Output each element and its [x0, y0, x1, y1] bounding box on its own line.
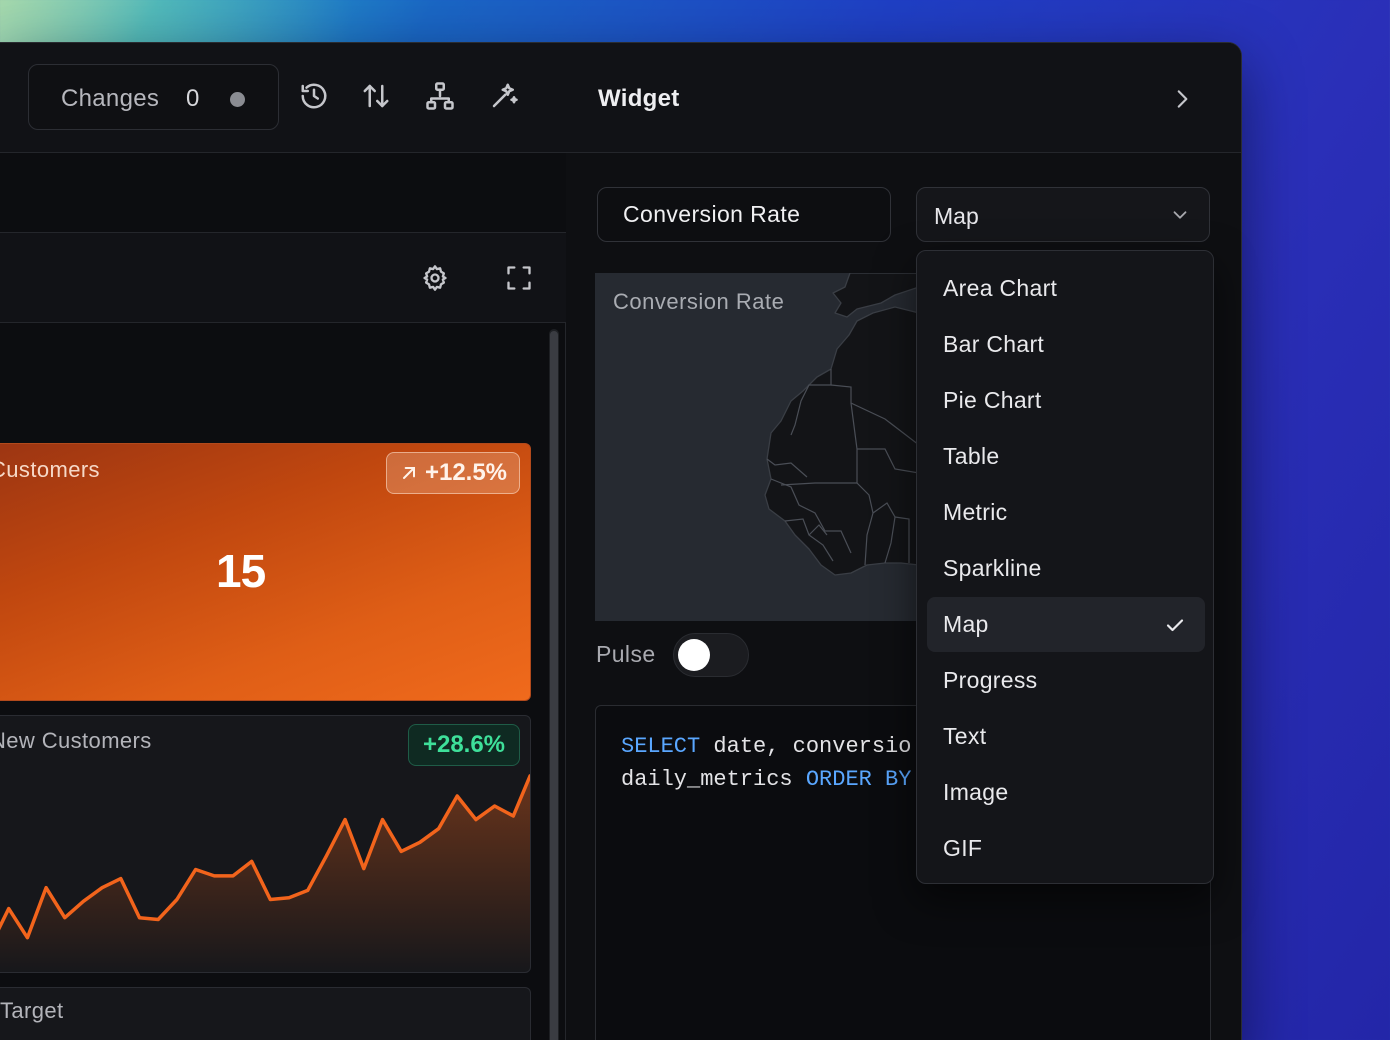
- dashboard-toolrow: [0, 233, 566, 323]
- panel-title: Widget: [598, 85, 680, 112]
- option-label: Area Chart: [943, 275, 1058, 301]
- dashboard-subbar: [0, 153, 566, 233]
- sql-text: daily_metrics: [621, 767, 806, 792]
- option-label: Map: [943, 611, 989, 637]
- option-label: Pie Chart: [943, 387, 1042, 413]
- option-image[interactable]: Image: [927, 765, 1205, 820]
- change-badge: +12.5%: [386, 452, 520, 494]
- card-title: Customers: [0, 457, 100, 482]
- code-line-1: SELECT date, conversio: [621, 734, 911, 759]
- sparkline-chart: [0, 774, 530, 972]
- option-label: GIF: [943, 835, 983, 861]
- option-sparkline[interactable]: Sparkline: [927, 541, 1205, 596]
- status-dot: [230, 92, 245, 107]
- pulse-label: Pulse: [596, 641, 656, 667]
- card-title: Target: [0, 998, 64, 1023]
- arrow-up-right-icon: [402, 467, 415, 479]
- changes-count: 0: [186, 85, 200, 112]
- gear-icon[interactable]: [421, 264, 449, 292]
- option-gif[interactable]: GIF: [927, 821, 1205, 876]
- option-pie-chart[interactable]: Pie Chart: [927, 373, 1205, 428]
- changes-button[interactable]: Changes 0: [28, 64, 279, 130]
- sql-text: date, conversio: [700, 734, 912, 759]
- sql-keyword: SELECT: [621, 734, 701, 759]
- changes-label: Changes: [61, 85, 160, 112]
- chevron-down-icon: [1169, 204, 1191, 226]
- option-map[interactable]: Map: [927, 597, 1205, 652]
- scrollbar-thumb[interactable]: [550, 331, 558, 1040]
- map-preview: Conversion Rate: [595, 273, 919, 621]
- option-text[interactable]: Text: [927, 709, 1205, 764]
- africa-map: [764, 273, 919, 576]
- panel-header: Widget: [566, 43, 1241, 153]
- history-icon[interactable]: [299, 81, 329, 111]
- sparkles-icon[interactable]: [489, 81, 519, 111]
- sort-arrows-icon[interactable]: [361, 81, 391, 111]
- widget-type-value: Map: [934, 203, 979, 229]
- top-toolbar: Changes 0: [0, 43, 566, 153]
- option-label: Image: [943, 779, 1009, 805]
- customers-card[interactable]: Customers +12.5% 15: [0, 443, 531, 701]
- sitemap-icon[interactable]: [425, 81, 455, 111]
- fullscreen-icon[interactable]: [505, 264, 533, 292]
- metric-value: 15: [216, 545, 266, 597]
- pulse-toggle[interactable]: [673, 633, 749, 677]
- new-customers-card[interactable]: New Customers +28.6%: [0, 715, 531, 973]
- preview-title: Conversion Rate: [613, 289, 785, 314]
- option-label: Bar Chart: [943, 331, 1045, 357]
- widget-type-select[interactable]: Map: [916, 187, 1210, 242]
- option-metric[interactable]: Metric: [927, 485, 1205, 540]
- widget-type-dropdown: Area Chart Bar Chart Pie Chart Table Met…: [916, 250, 1214, 884]
- sql-keyword: ORDER BY: [805, 767, 912, 792]
- option-bar-chart[interactable]: Bar Chart: [927, 317, 1205, 372]
- target-card[interactable]: Target: [0, 987, 531, 1040]
- option-label: Sparkline: [943, 555, 1042, 581]
- option-area-chart[interactable]: Area Chart: [927, 261, 1205, 316]
- checkmark-icon: [1163, 613, 1187, 637]
- option-label: Progress: [943, 667, 1038, 693]
- option-label: Text: [943, 723, 987, 749]
- card-title: New Customers: [0, 728, 152, 753]
- change-badge-value: +12.5%: [424, 459, 508, 486]
- option-label: Table: [943, 443, 1000, 469]
- toggle-knob: [678, 639, 710, 671]
- option-progress[interactable]: Progress: [927, 653, 1205, 708]
- dashboard-pane: Changes 0 Customers +12.5% 15 New Custom…: [0, 43, 566, 1040]
- widget-name-input[interactable]: [597, 187, 891, 242]
- code-line-2: daily_metrics ORDER BY: [621, 767, 911, 792]
- chevron-right-icon[interactable]: [1169, 86, 1195, 112]
- option-label: Metric: [943, 499, 1008, 525]
- option-table[interactable]: Table: [927, 429, 1205, 484]
